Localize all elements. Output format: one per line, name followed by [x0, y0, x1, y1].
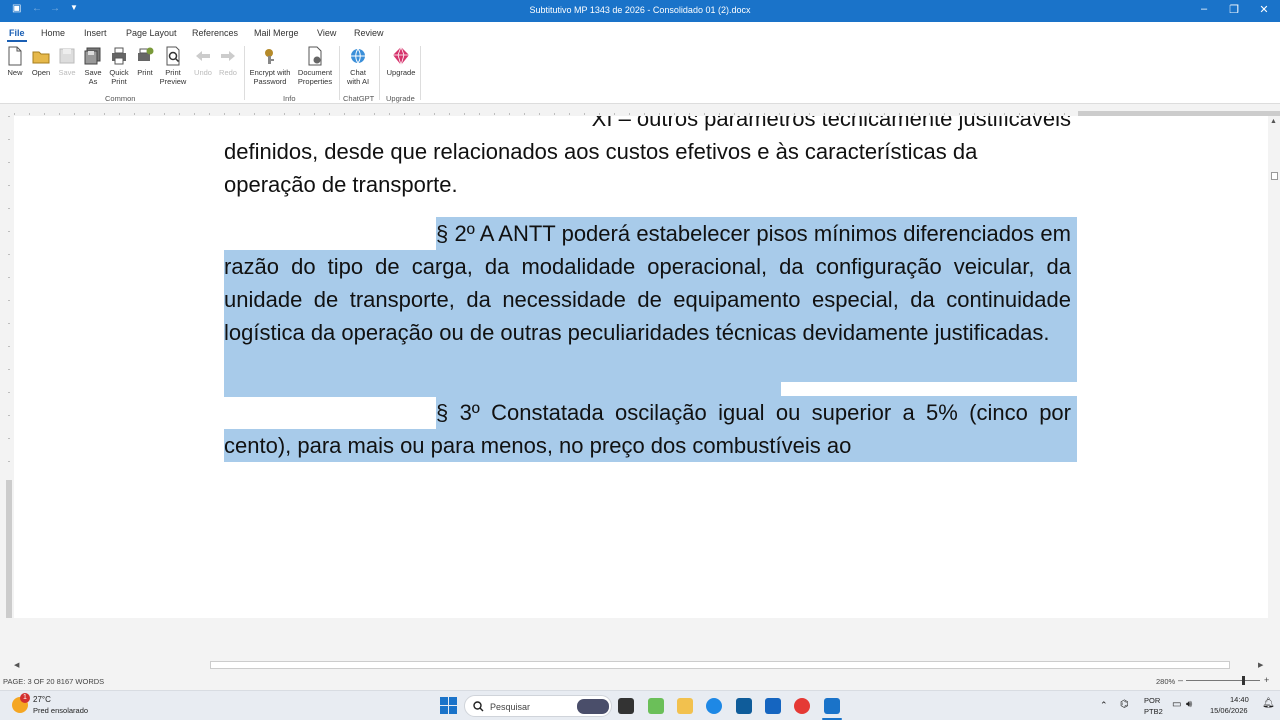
undo-icon: [196, 51, 210, 61]
store-icon[interactable]: [736, 698, 752, 714]
printer-icon: [138, 47, 154, 61]
print-preview-icon: [166, 46, 180, 66]
save-as-icon: [84, 47, 101, 65]
notifications-bell-icon[interactable]: 🔔︎: [1262, 698, 1275, 709]
speaker-icon[interactable]: 🔊︎: [1186, 699, 1192, 710]
tab-review[interactable]: Review: [354, 28, 384, 38]
ribbon: New Open Save Save As Quick Print Print …: [0, 42, 1280, 104]
tab-references[interactable]: References: [192, 28, 238, 38]
zoom-out-icon[interactable]: –: [1178, 675, 1183, 685]
upgrade-gem-icon: [393, 46, 409, 66]
scrollbar-thumb[interactable]: [1271, 172, 1278, 180]
status-bar: PAGE: 3 OF 20 8167 WORDS 280% – +: [0, 674, 1280, 688]
group-label-chatgpt: ChatGPT: [343, 94, 375, 103]
zoom-slider-knob[interactable]: [1242, 676, 1245, 685]
zoom-slider[interactable]: [1186, 676, 1260, 685]
taskbar-search-box[interactable]: Pesquisar: [464, 695, 612, 717]
redo-button[interactable]: Redo: [213, 46, 243, 77]
zoom-in-icon[interactable]: +: [1264, 675, 1269, 685]
search-placeholder: Pesquisar: [490, 702, 531, 712]
paragraph-3[interactable]: § 3º Constatada oscilação igual ou super…: [224, 396, 1071, 462]
menu-tabs: File Home Insert Page Layout References …: [0, 22, 1280, 42]
document-properties-button[interactable]: Document Properties: [294, 46, 336, 86]
scroll-right-icon[interactable]: ▶: [1258, 661, 1263, 669]
print-button[interactable]: Print: [130, 46, 160, 77]
clock-date[interactable]: 15/06/2026: [1210, 706, 1248, 715]
mail-app-icon[interactable]: [765, 698, 781, 714]
language-indicator[interactable]: POR: [1144, 696, 1160, 705]
print-preview-button[interactable]: Print Preview: [158, 46, 188, 86]
ribbon-separator: [244, 46, 245, 100]
document-page[interactable]: XI – outros parâmetros tecnicamente just…: [14, 116, 1268, 618]
selection-highlight: [224, 349, 781, 397]
restore-icon[interactable]: ❐: [1226, 3, 1242, 16]
vertical-scrollbar[interactable]: ▲: [1268, 116, 1280, 618]
search-highlight-image: [577, 699, 609, 714]
edge-browser-icon[interactable]: [706, 698, 722, 714]
task-view-icon[interactable]: [618, 698, 634, 714]
ribbon-separator: [379, 46, 380, 100]
new-document-icon: [8, 46, 22, 66]
weather-description: Pred ensolarado: [33, 706, 89, 715]
tab-page-layout[interactable]: Page Layout: [126, 28, 177, 38]
upgrade-button[interactable]: Upgrade: [384, 46, 418, 77]
vertical-ruler[interactable]: [4, 116, 14, 618]
paragraph-item-xi[interactable]: definidos, desde que relacionados aos cu…: [224, 135, 1071, 201]
word-processor-icon[interactable]: [824, 698, 840, 714]
tab-view[interactable]: View: [317, 28, 336, 38]
key-lock-icon: [265, 49, 274, 64]
paragraph-2[interactable]: § 2º A ANTT poderá estabelecer pisos mín…: [224, 217, 1071, 349]
group-label-upgrade: Upgrade: [386, 94, 415, 103]
keyboard-layout-indicator[interactable]: PTB2: [1144, 707, 1163, 716]
widgets-icon[interactable]: [648, 698, 664, 714]
tab-home[interactable]: Home: [41, 28, 65, 38]
paragraph-item-xi-first-line[interactable]: XI – outros parâmetros tecnicamente just…: [224, 116, 1071, 135]
close-icon[interactable]: ✕: [1256, 3, 1272, 16]
ribbon-separator: [420, 46, 421, 100]
document-properties-icon: [308, 46, 322, 66]
folder-open-icon: [32, 51, 50, 64]
window-title: Subtitutivo MP 1343 de 2026 - Consolidad…: [529, 5, 751, 15]
horizontal-scrollbar[interactable]: ◀ ▶: [12, 660, 1268, 670]
weather-temperature: 27°C: [33, 695, 51, 704]
encrypt-password-button[interactable]: Encrypt with Password: [246, 46, 294, 86]
tab-file[interactable]: File: [7, 28, 26, 42]
windows-start-icon[interactable]: [440, 697, 457, 714]
phone-link-icon[interactable]: ▭: [1172, 699, 1181, 710]
scroll-up-icon[interactable]: ▲: [1270, 118, 1277, 125]
network-icon[interactable]: ⌬: [1120, 699, 1129, 710]
ai-chat-globe-icon: [351, 48, 365, 64]
save-disk-icon: [59, 48, 75, 64]
quick-print-icon: [112, 47, 126, 65]
horizontal-scrollbar-thumb[interactable]: [210, 661, 1230, 669]
search-icon: [473, 701, 484, 712]
clock-time[interactable]: 14:40: [1230, 695, 1249, 704]
scroll-left-icon[interactable]: ◀: [14, 661, 19, 669]
vertical-ruler-ticks: [8, 116, 10, 476]
page-word-count: PAGE: 3 OF 20 8167 WORDS: [3, 677, 105, 686]
tab-mail-merge[interactable]: Mail Merge: [254, 28, 299, 38]
chat-with-ai-button[interactable]: Chat with AI: [343, 46, 373, 86]
weather-badge: 1: [20, 693, 30, 703]
chrome-browser-icon[interactable]: [794, 698, 810, 714]
zoom-level: 280%: [1156, 677, 1176, 686]
tray-chevron-up-icon[interactable]: ⌃: [1100, 700, 1108, 711]
vertical-ruler-margin: [6, 480, 12, 618]
title-bar: ▣ ← → ▼ Subtitutivo MP 1343 de 2026 - Co…: [0, 0, 1280, 22]
ribbon-separator: [339, 46, 340, 100]
group-label-common: Common: [105, 94, 136, 103]
taskbar: 1 27°C Pred ensolarado Pesquisar ⌃ ⌬ POR…: [0, 690, 1280, 720]
tab-insert[interactable]: Insert: [84, 28, 107, 38]
minimize-icon[interactable]: –: [1196, 3, 1212, 15]
redo-icon: [221, 51, 235, 61]
file-explorer-icon[interactable]: [677, 698, 693, 714]
group-label-info: Info: [283, 94, 296, 103]
